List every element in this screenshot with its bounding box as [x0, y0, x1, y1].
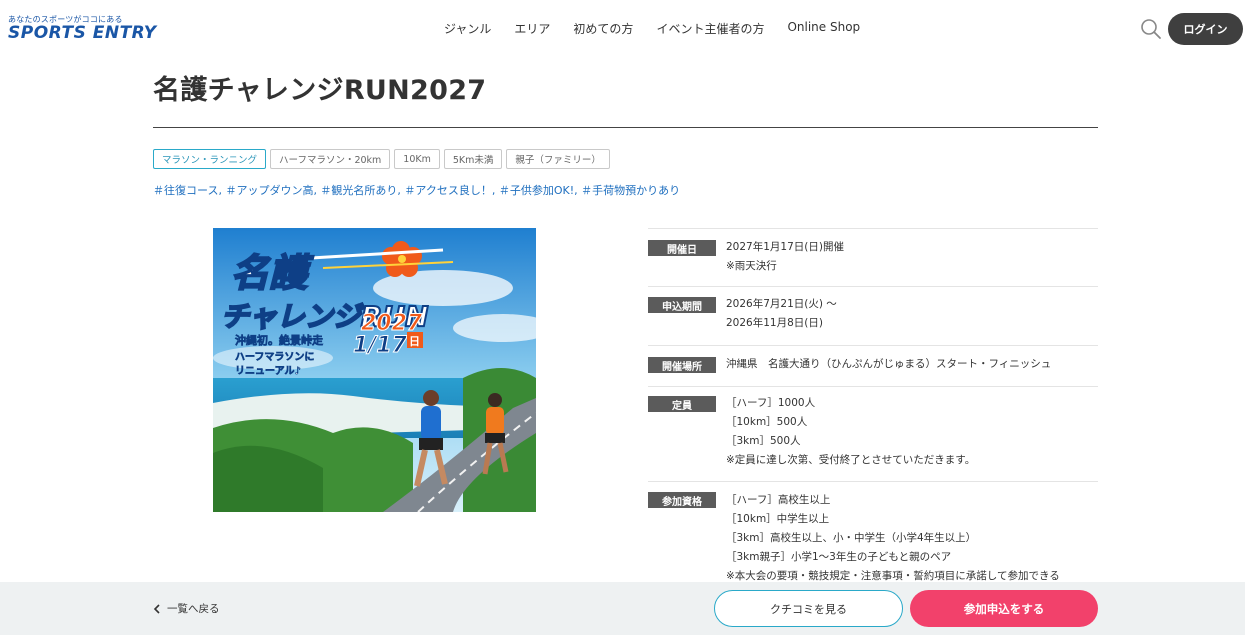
- info-row-capacity: 定員 ［ハーフ］1000人 ［10km］500人 ［3km］500人 ※定員に達…: [648, 386, 1098, 481]
- tag-10km[interactable]: 10Km: [394, 149, 440, 169]
- poster-weekday: 日: [409, 335, 420, 348]
- info-label-entry-period: 申込期間: [648, 297, 716, 313]
- info-line: ［3km］高校生以上、小・中学生（小学4年生以上）: [726, 532, 977, 544]
- info-row-eligibility: 参加資格 ［ハーフ］高校生以上 ［10km］中学生以上 ［3km］高校生以上、小…: [648, 481, 1098, 591]
- info-value-capacity: ［ハーフ］1000人 ［10km］500人 ［3km］500人 ※定員に達し次第…: [726, 394, 975, 470]
- info-line: ［ハーフ］1000人: [726, 397, 816, 409]
- nav-item-organizers[interactable]: イベント主催者の方: [656, 20, 764, 37]
- info-value-venue: 沖縄県 名護大通り（ひんぷんがじゅまる）スタート・フィニッシュ: [726, 355, 1051, 374]
- info-value-eligibility: ［ハーフ］高校生以上 ［10km］中学生以上 ［3km］高校生以上、小・中学生（…: [726, 491, 1060, 586]
- chevron-left-icon: [153, 603, 160, 614]
- category-tags: マラソン・ランニング ハーフマラソン・20km 10Km 5Km未満 親子（ファ…: [153, 149, 610, 169]
- poster-subtitle-3: リニューアル♪: [235, 365, 301, 377]
- site-header: あなたのスポーツがココにある SPORTS ENTRY ジャンル エリア 初めて…: [0, 0, 1245, 60]
- info-line: 2026年7月21日(火) 〜: [726, 298, 837, 310]
- info-value-entry-period: 2026年7月21日(火) 〜 2026年11月8日(日): [726, 295, 837, 333]
- nav-item-genre[interactable]: ジャンル: [444, 20, 491, 37]
- info-line: ［10km］500人: [726, 416, 808, 428]
- info-label-date: 開催日: [648, 240, 716, 256]
- title-divider: [153, 127, 1098, 128]
- back-to-list-link[interactable]: 一覧へ戻る: [153, 601, 220, 616]
- info-row-date: 開催日 2027年1月17日(日)開催 ※雨天決行: [648, 228, 1098, 286]
- info-value-date: 2027年1月17日(日)開催 ※雨天決行: [726, 238, 844, 276]
- apply-button[interactable]: 参加申込をする: [910, 590, 1098, 627]
- event-title: 名護チャレンジRUN2027: [153, 75, 487, 106]
- info-line: ［3km親子］小学1〜3年生の子どもと親のペア: [726, 551, 952, 563]
- nav-item-area[interactable]: エリア: [514, 20, 550, 37]
- info-line: 2027年1月17日(日)開催: [726, 241, 844, 253]
- nav-item-beginners[interactable]: 初めての方: [573, 20, 633, 37]
- search-icon[interactable]: [1140, 18, 1162, 40]
- tag-marathon-running[interactable]: マラソン・ランニング: [153, 149, 267, 169]
- tag-family[interactable]: 親子（ファミリー）: [506, 149, 610, 169]
- info-line: ［3km］500人: [726, 435, 801, 447]
- info-label-venue: 開催場所: [648, 357, 716, 373]
- hashtag-list[interactable]: ＃往復コース, ＃アップダウン高, ＃観光名所あり, ＃アクセス良し！, ＃子供…: [153, 182, 680, 198]
- main-nav: ジャンル エリア 初めての方 イベント主催者の方 Online Shop: [444, 20, 860, 37]
- logo-brand: SPORTS ENTRY: [8, 23, 157, 43]
- tag-half-marathon[interactable]: ハーフマラソン・20km: [270, 149, 391, 169]
- poster-date: 1/17: [353, 333, 408, 358]
- info-line: ［10km］中学生以上: [726, 513, 830, 525]
- info-row-venue: 開催場所 沖縄県 名護大通り（ひんぷんがじゅまる）スタート・フィニッシュ: [648, 345, 1098, 386]
- info-label-capacity: 定員: [648, 396, 716, 412]
- bottom-action-bar: 一覧へ戻る クチコミを見る 参加申込をする: [0, 582, 1245, 635]
- sports-entry-logo[interactable]: あなたのスポーツがココにある SPORTS ENTRY: [8, 14, 180, 44]
- info-line: ［ハーフ］高校生以上: [726, 494, 831, 506]
- event-poster-image: 名護 チャレンジRUN 2027 1/17 日 沖縄初。絶景峠走 ハーフマラソン…: [213, 228, 536, 512]
- view-reviews-button[interactable]: クチコミを見る: [714, 590, 903, 627]
- poster-title-1: 名護: [231, 251, 314, 295]
- nav-item-online-shop[interactable]: Online Shop: [787, 20, 860, 37]
- tag-under-5km[interactable]: 5Km未満: [443, 149, 503, 169]
- info-line: ※雨天決行: [726, 260, 777, 272]
- poster-subtitle-2: ハーフマラソンに: [235, 351, 314, 363]
- back-to-list-label: 一覧へ戻る: [167, 603, 220, 615]
- info-label-eligibility: 参加資格: [648, 492, 716, 508]
- login-button[interactable]: ログイン: [1168, 13, 1243, 45]
- info-line[interactable]: 沖縄県 名護大通り（ひんぷんがじゅまる）スタート・フィニッシュ: [726, 355, 1051, 374]
- event-info-table: 開催日 2027年1月17日(日)開催 ※雨天決行 申込期間 2026年7月21…: [648, 228, 1098, 591]
- info-line: 2026年11月8日(日): [726, 317, 823, 329]
- info-row-entry-period: 申込期間 2026年7月21日(火) 〜 2026年11月8日(日): [648, 286, 1098, 345]
- info-line: ※定員に達し次第、受付終了とさせていただきます。: [726, 454, 976, 466]
- poster-subtitle-1: 沖縄初。絶景峠走: [235, 333, 323, 347]
